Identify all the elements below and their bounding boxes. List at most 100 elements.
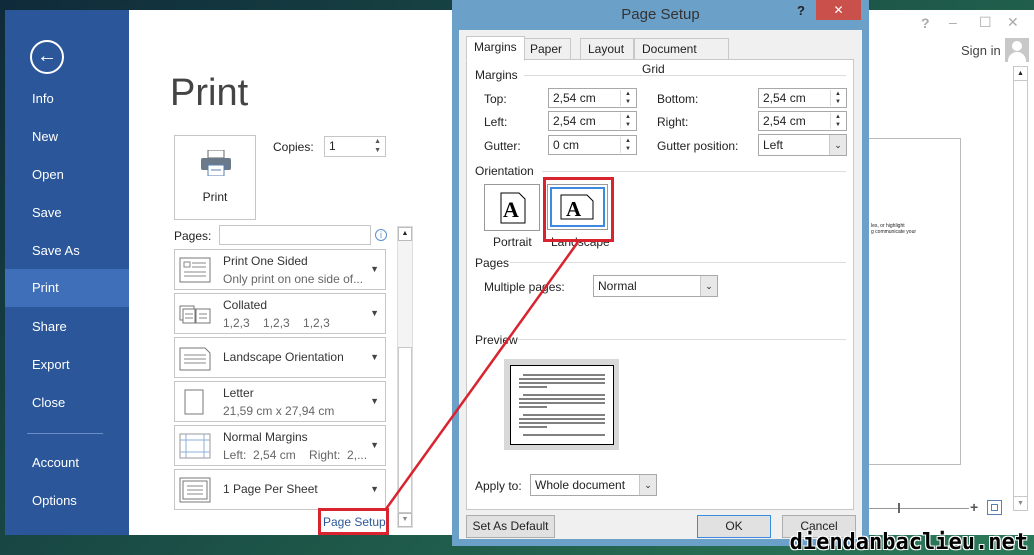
tab-layout[interactable]: Layout	[580, 38, 634, 60]
portrait-page-icon: A	[500, 192, 526, 224]
sides-value: Print One Sided	[223, 254, 308, 268]
preview-text: g communicate your	[871, 229, 917, 235]
gutter-position-select[interactable]: Left ⌄	[758, 134, 847, 156]
sidebar-item-print[interactable]: Print	[5, 269, 129, 307]
info-icon[interactable]: i	[375, 229, 387, 241]
chevron-down-icon: ▼	[370, 352, 379, 362]
spin-arrows-icon[interactable]: ▲ ▼	[620, 113, 635, 129]
top-margin-input[interactable]: 2,54 cm ▲ ▼	[548, 88, 637, 108]
spin-arrows-icon[interactable]: ▲ ▼	[374, 137, 381, 155]
backstage-sidebar: ← Info New Open Save Save As Print Share…	[5, 10, 129, 535]
print-button[interactable]: Print	[174, 135, 256, 220]
scroll-down-icon[interactable]: ▼	[398, 513, 412, 527]
scroll-up-icon[interactable]: ▲	[1014, 67, 1027, 81]
margins-desc: Left: 2,54 cm Right: 2,...	[223, 448, 368, 462]
chevron-down-icon: ▼	[370, 484, 379, 494]
left-margin-value: 2,54 cm	[553, 114, 596, 128]
annotation-box-landscape	[543, 177, 614, 242]
printer-icon	[201, 150, 231, 176]
sidebar-item-share[interactable]: Share	[5, 308, 129, 346]
margins-icon	[179, 433, 211, 459]
margins-dropdown[interactable]: Normal Margins Left: 2,54 cm Right: 2,..…	[174, 425, 386, 466]
apply-to-select[interactable]: Whole document ⌄	[530, 474, 657, 496]
gutter-label: Gutter:	[484, 139, 521, 153]
help-button[interactable]: ?	[921, 15, 930, 31]
zoom-slider-thumb[interactable]	[898, 503, 900, 513]
scroll-up-icon[interactable]: ▲	[398, 227, 412, 241]
paper-size-value: Letter	[223, 386, 254, 400]
orientation-dropdown[interactable]: Landscape Orientation ▼	[174, 337, 386, 378]
dialog-title: Page Setup	[621, 6, 700, 23]
sidebar-item-new[interactable]: New	[5, 118, 129, 156]
dialog-help-button[interactable]: ?	[797, 3, 805, 18]
sign-in-link[interactable]: Sign in	[961, 43, 1001, 58]
preview-page-icon	[510, 365, 614, 445]
maximize-button[interactable]: ☐	[979, 14, 992, 31]
sidebar-item-info[interactable]: Info	[5, 80, 129, 118]
gutter-position-value: Left	[763, 138, 784, 152]
collation-dropdown[interactable]: Collated 1,2,3 1,2,3 1,2,3 ▼	[174, 293, 386, 334]
spin-arrows-icon[interactable]: ▲ ▼	[830, 113, 845, 129]
sides-dropdown[interactable]: Print One Sided Only print on one side o…	[174, 249, 386, 290]
copies-stepper[interactable]: 1 ▲ ▼	[324, 136, 386, 157]
margins-value: Normal Margins	[223, 430, 308, 444]
zoom-in-icon[interactable]: +	[970, 499, 978, 515]
tab-paper[interactable]: Paper	[522, 38, 571, 60]
tab-margins[interactable]: Margins	[466, 36, 525, 61]
copies-value: 1	[329, 139, 336, 153]
zoom-slider[interactable]	[869, 508, 969, 509]
multiple-pages-select[interactable]: Normal ⌄	[593, 275, 718, 297]
sidebar-item-options[interactable]: Options	[5, 482, 129, 520]
scroll-down-icon[interactable]: ▼	[1014, 496, 1027, 510]
collation-desc: 1,2,3 1,2,3 1,2,3	[223, 316, 330, 330]
sidebar-item-export[interactable]: Export	[5, 346, 129, 384]
spin-arrows-icon[interactable]: ▲ ▼	[830, 90, 845, 106]
pages-label: Pages:	[174, 229, 212, 243]
left-margin-input[interactable]: 2,54 cm ▲ ▼	[548, 111, 637, 131]
spin-arrows-icon[interactable]: ▲ ▼	[620, 90, 635, 106]
pages-per-sheet-value: 1 Page Per Sheet	[223, 482, 318, 496]
divider	[542, 171, 846, 172]
gutter-value: 0 cm	[553, 138, 580, 152]
page-per-sheet-icon	[179, 477, 211, 503]
close-button[interactable]: ✕	[1007, 14, 1019, 31]
sidebar-item-save[interactable]: Save	[5, 194, 129, 232]
margins-group-label: Margins	[475, 68, 518, 82]
fit-page-icon[interactable]	[987, 500, 1002, 515]
scrollbar-thumb[interactable]	[398, 347, 412, 513]
ok-button[interactable]: OK	[697, 515, 771, 538]
orientation-value: Landscape Orientation	[223, 350, 344, 364]
back-arrow-icon[interactable]: ←	[30, 40, 64, 74]
sidebar-item-save-as[interactable]: Save As	[5, 232, 129, 270]
page-preview: les, or highlight g communicate your	[869, 138, 961, 465]
bottom-margin-input[interactable]: 2,54 cm ▲ ▼	[758, 88, 847, 108]
gutter-input[interactable]: 0 cm ▲ ▼	[548, 135, 637, 155]
pages-group-label: Pages	[475, 256, 510, 270]
settings-scrollbar[interactable]: ▲ ▼	[397, 226, 413, 528]
set-as-default-button[interactable]: Set As Default	[466, 515, 555, 538]
sidebar-item-account[interactable]: Account	[5, 444, 129, 482]
svg-text:A: A	[503, 197, 519, 222]
chevron-down-icon: ▼	[370, 264, 379, 274]
spin-arrows-icon[interactable]: ▲ ▼	[620, 137, 635, 153]
minimize-button[interactable]: –	[949, 14, 957, 30]
dialog-close-button[interactable]: ✕	[816, 0, 861, 20]
landscape-page-icon	[179, 347, 211, 371]
avatar[interactable]	[1005, 38, 1029, 62]
collated-icon	[179, 305, 211, 324]
chevron-down-icon: ⌄	[700, 276, 717, 296]
print-button-label: Print	[202, 190, 228, 204]
sidebar-item-open[interactable]: Open	[5, 156, 129, 194]
right-margin-value: 2,54 cm	[763, 114, 806, 128]
layout-preview	[504, 359, 619, 450]
sidebar-item-close[interactable]: Close	[5, 384, 129, 422]
apply-to-value: Whole document	[535, 478, 626, 492]
sides-desc: Only print on one side of...	[223, 272, 364, 286]
paper-size-dropdown[interactable]: Letter 21,59 cm x 27,94 cm ▼	[174, 381, 386, 422]
pages-per-sheet-dropdown[interactable]: 1 Page Per Sheet ▼	[174, 469, 386, 510]
tab-document-grid[interactable]: Document Grid	[634, 38, 729, 76]
portrait-button[interactable]: A	[484, 184, 540, 231]
preview-scrollbar[interactable]: ▲ ▼	[1013, 66, 1028, 511]
pages-input[interactable]	[219, 225, 371, 245]
right-margin-input[interactable]: 2,54 cm ▲ ▼	[758, 111, 847, 131]
